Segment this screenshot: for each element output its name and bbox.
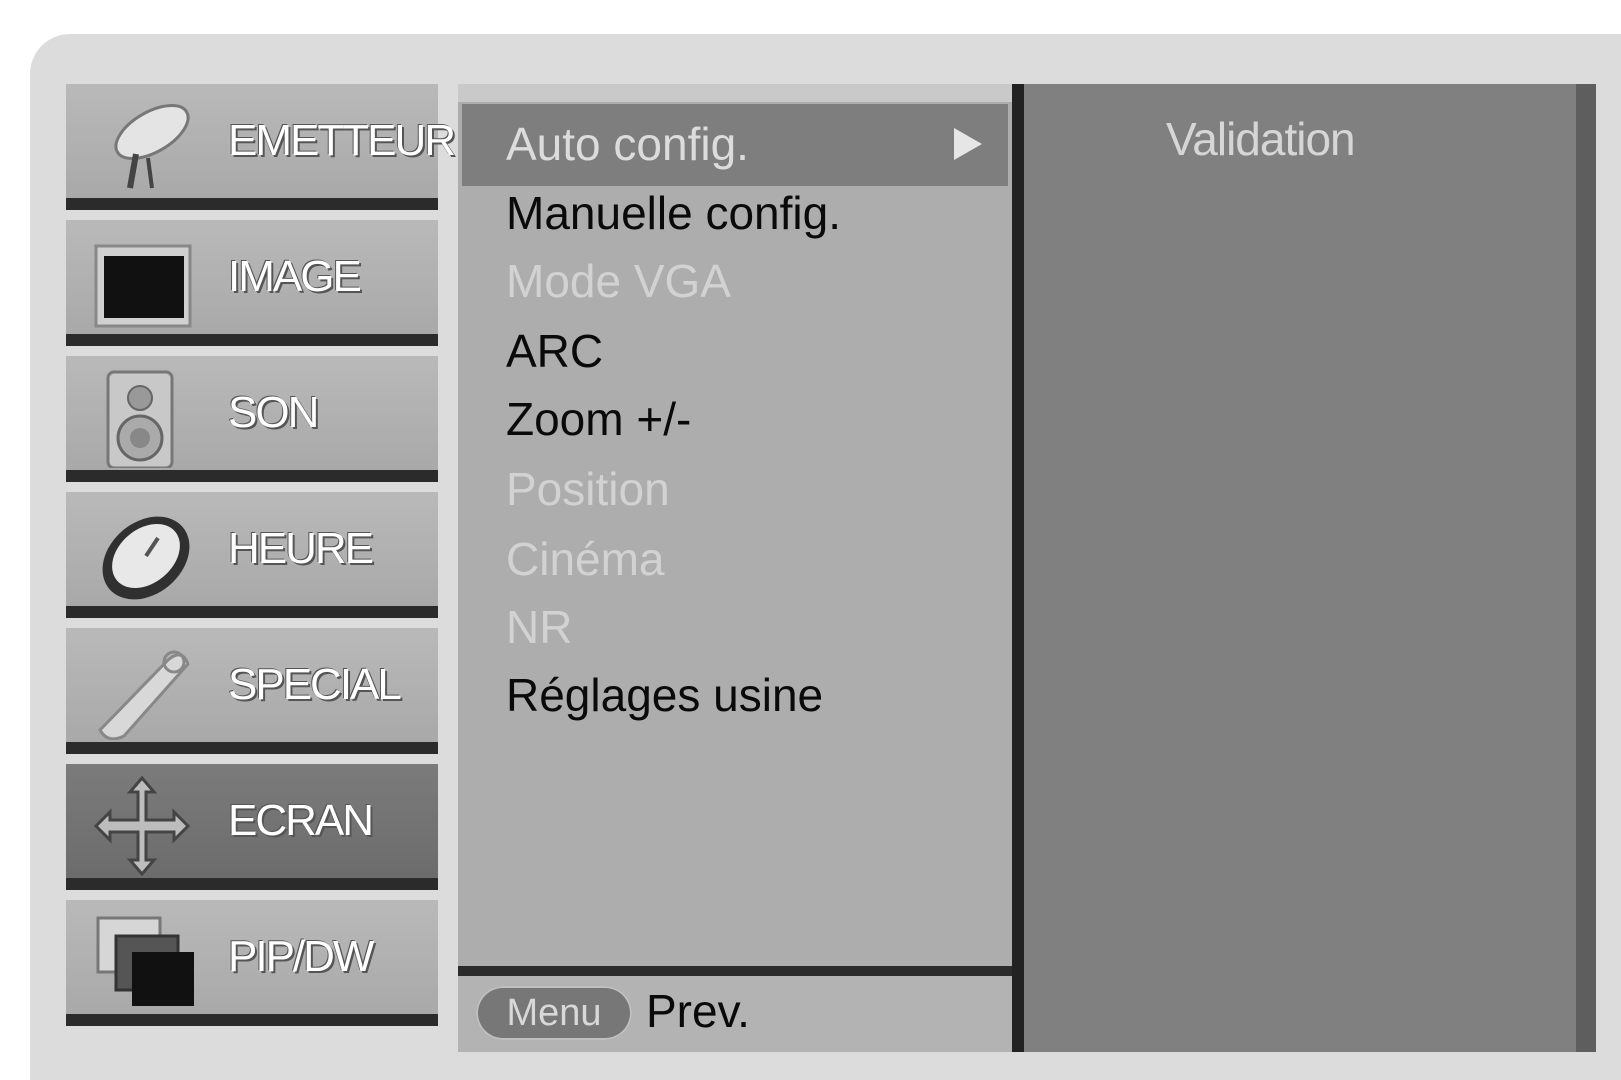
menu-item-position: Position <box>506 463 670 515</box>
category-label: ECRAN <box>228 796 374 845</box>
menu-item-auto-config[interactable]: Auto config. <box>462 104 1008 186</box>
menu-item-cinema: Cinéma <box>506 533 665 585</box>
prev-hint-label: Prev. <box>646 985 750 1037</box>
menu-item-label: Auto config. <box>506 118 749 170</box>
category-label: PIP/DW <box>228 932 374 981</box>
category-label: SON <box>228 388 319 437</box>
category-image[interactable]: IMAGE <box>66 220 438 346</box>
category-special[interactable]: SPECIAL <box>66 628 438 754</box>
footer-separator <box>458 966 1012 976</box>
right-arrow-icon <box>954 128 982 160</box>
column-divider <box>1012 84 1024 1052</box>
move-arrows-icon <box>93 776 191 876</box>
menu-item-manuelle-config[interactable]: Manuelle config. <box>506 186 841 240</box>
validation-label[interactable]: Validation <box>1166 112 1356 166</box>
category-ecran[interactable]: ECRAN <box>66 764 438 890</box>
menu-item-arc[interactable]: ARC <box>506 324 603 378</box>
menu-item-reglages-usine[interactable]: Réglages usine <box>506 668 823 722</box>
clock-icon <box>102 516 190 600</box>
satellite-dish-icon <box>114 104 190 189</box>
ecran-submenu: Auto config. Manuelle config. Mode VGA A… <box>458 84 1012 1052</box>
action-panel: Validation <box>1024 84 1596 1052</box>
pip-windows-icon <box>96 916 194 1006</box>
category-label: EMETTEUR <box>228 116 456 165</box>
category-label: HEURE <box>228 524 374 573</box>
category-label: SPECIAL <box>228 660 402 709</box>
monitor-icon <box>94 244 192 328</box>
submenu-footer: Menu Prev. <box>458 976 1012 1052</box>
menu-button[interactable]: Menu <box>476 986 632 1040</box>
menu-item-mode-vga: Mode VGA <box>506 255 731 307</box>
category-emetteur[interactable]: EMETTEUR <box>66 84 456 210</box>
category-pip-dw[interactable]: PIP/DW <box>66 900 438 1026</box>
category-menu: EMETTEUR IMAGE SON HEURE SPECIAL ECRAN P… <box>66 84 456 1026</box>
remote-control-icon <box>98 650 190 740</box>
speaker-icon <box>106 370 174 468</box>
category-son[interactable]: SON <box>66 356 438 482</box>
submenu-top-bar <box>458 84 1012 102</box>
category-label: IMAGE <box>228 252 362 301</box>
category-heure[interactable]: HEURE <box>66 492 438 618</box>
menu-item-zoom[interactable]: Zoom +/- <box>506 392 691 446</box>
menu-item-nr: NR <box>506 601 573 653</box>
panel-edge-shadow <box>1576 84 1596 1052</box>
